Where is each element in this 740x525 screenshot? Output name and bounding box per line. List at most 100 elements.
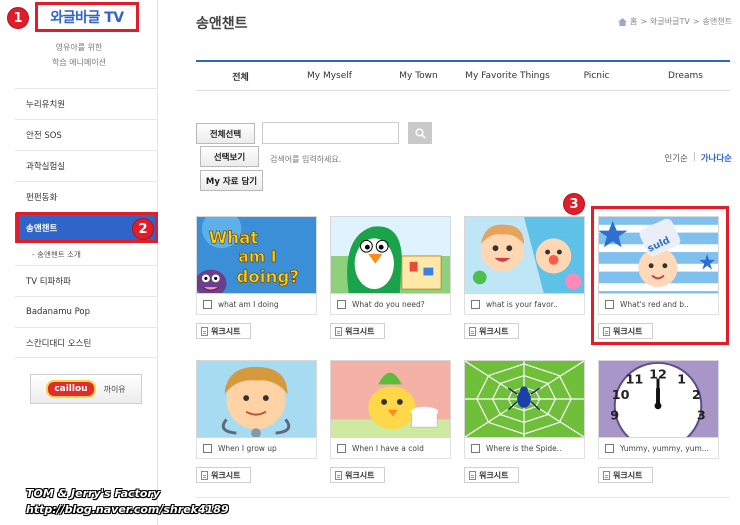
sidebar-item-safety-sos[interactable]: 안전 SOS (15, 119, 158, 150)
document-icon (469, 326, 476, 336)
tab-my-favorite-things[interactable]: My Favorite Things (463, 62, 552, 90)
page-title: 송앤챈트 (196, 16, 248, 32)
video-title[interactable]: What's red and b.. (620, 300, 689, 309)
video-checkbox[interactable] (337, 443, 346, 453)
video-title[interactable]: what am I doing (218, 300, 279, 309)
brand-logo[interactable]: 와글바글 TV (35, 2, 139, 32)
tab-dreams[interactable]: Dreams (641, 62, 730, 90)
worksheet-label: 워크시트 (613, 326, 643, 336)
breadcrumb-home[interactable]: 홈 (630, 16, 637, 27)
boy-stethoscope-illustration (197, 361, 316, 437)
sort-popular-link[interactable]: 인기순 (664, 152, 687, 164)
video-title[interactable]: Yummy, yummy, yum... (620, 444, 709, 453)
worksheet-button[interactable]: 워크시트 (598, 323, 653, 339)
sidebar-item-label: 스칸디대디 오스틴 (26, 338, 92, 349)
sidebar-item-badanamu-pop[interactable]: Badanamu Pop (15, 296, 158, 327)
worksheet-label: 워크시트 (479, 470, 509, 480)
worksheet-button[interactable]: 워크시트 (196, 467, 251, 483)
tab-my-myself[interactable]: My Myself (285, 62, 374, 90)
svg-text:What: What (209, 228, 259, 247)
divider (196, 497, 730, 498)
sort-alphabetical-link[interactable]: 가나다순 (701, 152, 732, 164)
worksheet-button[interactable]: 워크시트 (330, 323, 385, 339)
home-icon[interactable] (618, 17, 627, 26)
document-icon (603, 326, 610, 336)
video-checkbox[interactable] (471, 443, 480, 453)
breadcrumb-separator: > (640, 17, 648, 26)
video-checkbox[interactable] (337, 299, 346, 309)
worksheet-button[interactable]: 워크시트 (330, 467, 385, 483)
video-thumbnail[interactable] (464, 360, 585, 438)
worksheet-button[interactable]: 워크시트 (464, 467, 519, 483)
video-thumbnail[interactable]: 12 1 2 11 10 9 3 (598, 360, 719, 438)
worksheet-button[interactable]: 워크시트 (464, 323, 519, 339)
sidebar-item-scandi-daddy-austin[interactable]: 스칸디대디 오스틴 (15, 327, 158, 358)
worksheet-label: 워크시트 (345, 326, 375, 336)
worksheet-label: 워크시트 (211, 326, 241, 336)
sidebar-item-label: 송앤챈트 (26, 224, 58, 234)
breadcrumb-waglebagle[interactable]: 와글바글TV (650, 16, 690, 27)
video-title[interactable]: When I grow up (218, 444, 277, 453)
sidebar-item-nuri[interactable]: 누리유치원 (15, 88, 158, 119)
search-button[interactable] (408, 122, 432, 144)
video-checkbox[interactable] (471, 299, 480, 309)
video-title[interactable]: When I have a cold (352, 444, 424, 453)
save-to-my-materials-button[interactable]: My 자료 담기 (200, 170, 263, 191)
video-title[interactable]: what is your favor.. (486, 300, 558, 309)
clock-illustration: 12 12 11109 3 (599, 361, 718, 437)
brand-subtitle: 영유아를 위한 학습 애니메이션 (0, 40, 158, 70)
what-am-i-doing-illustration: What am I doing? (197, 217, 316, 293)
select-all-button[interactable]: 전체선택 (196, 123, 255, 144)
annotation-badge-2: 2 (132, 218, 154, 240)
worksheet-button[interactable]: 워크시트 (598, 467, 653, 483)
video-card: 12 1 2 11 10 9 3 Yummy, yummy, yum... 워크시트 (598, 360, 719, 483)
brand-subtitle-line2: 학습 애니메이션 (51, 58, 107, 67)
video-caption: Where is the Spide.. (464, 438, 585, 459)
video-caption: what is your favor.. (464, 294, 585, 315)
sidebar-item-tv-tipahapa[interactable]: TV 티파하파 (15, 265, 158, 296)
video-card: When I grow up 워크시트 (196, 360, 317, 483)
caillou-label: 까이유 (103, 384, 126, 394)
worksheet-button[interactable]: 워크시트 (196, 323, 251, 339)
search-icon (414, 127, 426, 139)
caillou-banner-button[interactable]: caillou 까이유 (30, 374, 142, 404)
video-checkbox[interactable] (203, 443, 212, 453)
search-input[interactable] (262, 122, 399, 144)
tab-picnic[interactable]: Picnic (552, 62, 641, 90)
search-hint: 검색어를 입력하세요. (270, 155, 342, 164)
video-thumbnail[interactable] (330, 360, 451, 438)
document-icon (603, 470, 610, 480)
video-checkbox[interactable] (605, 299, 614, 309)
video-caption: What's red and b.. (598, 294, 719, 315)
tab-all[interactable]: 전체 (196, 60, 285, 90)
sidebar-subitem-label: - 송앤챈트 소개 (32, 249, 81, 259)
video-checkbox[interactable] (203, 299, 212, 309)
sidebar-item-label: 펀펀동화 (26, 193, 58, 203)
video-checkbox[interactable] (605, 443, 614, 453)
video-title[interactable]: Where is the Spide.. (486, 444, 562, 453)
svg-text:10: 10 (612, 387, 630, 402)
caillou-logo: caillou (46, 380, 96, 398)
tab-my-town[interactable]: My Town (374, 62, 463, 90)
annotation-badge-3: 3 (563, 193, 585, 215)
breadcrumb: 홈 > 와글바글TV > 송앤챈트 (618, 16, 732, 27)
video-thumbnail[interactable] (196, 360, 317, 438)
sidebar-item-label: 누리유치원 (26, 100, 66, 110)
sidebar-subitem-song-chant-intro[interactable]: - 송앤챈트 소개 (15, 243, 158, 265)
video-thumbnail[interactable] (330, 216, 451, 294)
video-card: What am I doing? what am I doing 워크시트 (196, 216, 317, 339)
video-card: Where is the Spide.. 워크시트 (464, 360, 585, 483)
view-selected-button[interactable]: 선택보기 (200, 146, 259, 167)
sidebar-item-fun-stories[interactable]: 펀펀동화 (15, 181, 158, 212)
video-caption: what am I doing (196, 294, 317, 315)
brand-subtitle-line1: 영유아를 위한 (55, 43, 103, 52)
video-title[interactable]: What do you need? (352, 300, 425, 309)
breadcrumb-separator: > (692, 17, 700, 26)
video-thumbnail[interactable]: suld (598, 216, 719, 294)
sort-separator: | (692, 152, 696, 162)
sidebar-item-science-lab[interactable]: 과학실험실 (15, 150, 158, 181)
video-thumbnail[interactable]: What am I doing? (196, 216, 317, 294)
video-thumbnail[interactable] (464, 216, 585, 294)
sidebar-item-label: 과학실험실 (26, 162, 66, 172)
worksheet-label: 워크시트 (479, 326, 509, 336)
